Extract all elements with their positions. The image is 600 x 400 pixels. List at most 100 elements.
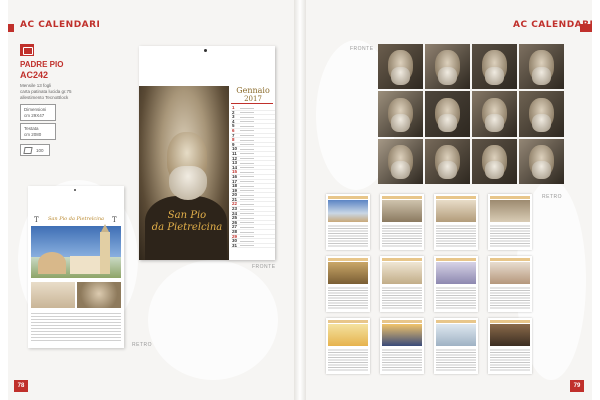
portrait-beard [437, 113, 458, 133]
thumbnail-image [436, 262, 476, 284]
monthly-pages-thumbnails [326, 194, 546, 374]
thumbnail-image [490, 262, 530, 284]
portrait-photo [472, 44, 517, 90]
back-hanging-hole [74, 189, 76, 191]
portrait-photo [378, 138, 423, 184]
thumbnail-text [328, 224, 368, 248]
thumbnail-image [382, 200, 422, 222]
back-page-photo-1 [31, 282, 75, 308]
retro-label-left: RETRO [132, 342, 152, 348]
calendar-day-line [240, 167, 254, 169]
fronte-label-left: FRONTE [252, 264, 276, 270]
thumbnail-text [436, 286, 476, 310]
portrait-beard [531, 161, 552, 180]
page-number-right: 79 [570, 380, 584, 392]
portrait-beard [390, 66, 411, 85]
page-number-left: 78 [14, 380, 28, 392]
month-page-thumbnail [380, 318, 424, 374]
thumbnail-text [490, 348, 530, 372]
calendar-rule [231, 103, 273, 104]
calendar-day-list: 1 2 3 4 5 6 7 8 9 10 11 12 13 14 15 16 17 18 19 20 21 22 23 24 2… [231, 105, 275, 249]
thumbnail-text [490, 286, 530, 310]
thumbnail-text [436, 224, 476, 248]
thumbnail-title-bar [490, 320, 530, 323]
month-page-thumbnail [326, 318, 370, 374]
description-text: Mensile 13 fogli carta patinata lucida g… [20, 83, 72, 100]
portrait-photo [378, 44, 423, 90]
calendar-day-line [240, 240, 254, 242]
cross-symbol-right: T [112, 216, 117, 224]
thumbnail-text [382, 286, 422, 310]
thumbnail-text [328, 286, 368, 310]
padre-pio-photo-grid [378, 44, 564, 184]
thumbnail-title-bar [490, 196, 530, 199]
calendar-day-line [240, 181, 254, 182]
calendar-day-line [240, 213, 254, 215]
calendar-day-line [240, 226, 254, 228]
catalog-spread: AC CALENDARI AC CALENDARI PADRE PIO AC24… [0, 0, 600, 400]
thumbnail-text [382, 224, 422, 248]
month-page-thumbnail [488, 318, 532, 374]
pack-quantity-box: 100 [20, 144, 50, 156]
calendar-day-line [240, 222, 254, 224]
thumbnail-image [490, 200, 530, 222]
calendar-front: San Pio da Pietrelcina Gennaio 2017 1234… [139, 46, 275, 260]
portrait-photo [425, 91, 470, 137]
month-page-thumbnail [434, 256, 478, 312]
calendar-title-line1: San Pio [167, 210, 207, 221]
calendar-day-line [240, 112, 254, 114]
product-description: Mensile 13 fogli carta patinata lucida g… [20, 83, 100, 101]
month-page-thumbnail [380, 256, 424, 312]
portrait-photo [425, 138, 470, 184]
calendar-day-line [240, 231, 254, 233]
calendar-day-line [240, 190, 254, 192]
calendar-day-line [240, 194, 254, 196]
calendar-day-line [240, 153, 254, 155]
thumbnail-text [490, 224, 530, 248]
thumbnail-image [328, 200, 368, 222]
calendar-day-line [240, 208, 254, 210]
thumbnail-title-bar [328, 258, 368, 261]
calendar-photo [139, 86, 229, 260]
calendar-day-line [240, 130, 254, 132]
spec-dimensions-text: Dimensioni cm 29X47 [24, 107, 47, 118]
page-gutter [294, 0, 306, 400]
calendar-day-line [240, 144, 254, 146]
thumbnail-image [490, 324, 530, 346]
thumbnail-title-bar [436, 320, 476, 323]
portrait-photo [378, 91, 423, 137]
thumbnail-title-bar [382, 258, 422, 261]
portrait-photo [425, 44, 470, 90]
portrait-beard [484, 161, 505, 180]
portrait-beard [390, 161, 411, 180]
calendar-day-line [240, 176, 254, 178]
calendar-day-line [240, 171, 254, 173]
calendar-title-line2: da Pietrelcina [151, 222, 223, 233]
month-page-thumbnail [326, 256, 370, 312]
thumbnail-title-bar [382, 196, 422, 199]
calendar-brand-icon [20, 44, 34, 56]
calendar-month: Gennaio [236, 86, 270, 95]
calendar-day-line [240, 139, 254, 141]
calendar-day-line [240, 125, 254, 127]
portrait-beard [484, 113, 505, 133]
thumbnail-image [328, 262, 368, 284]
calendar-day-line [240, 199, 254, 201]
portrait-beard [484, 66, 505, 85]
portrait-photo [472, 138, 517, 184]
portrait-beard [437, 66, 458, 85]
thumbnail-image [328, 324, 368, 346]
bell-tower [100, 224, 110, 274]
back-page-text-block [31, 311, 121, 343]
month-page-thumbnail [380, 194, 424, 250]
hanging-hole [204, 49, 207, 52]
spec-print-box: Testata cm 2080 [20, 123, 56, 140]
spec-dimensions-box: Dimensioni cm 29X47 [20, 104, 56, 121]
calendar-day-row: 31 [231, 243, 275, 249]
calendar-day-line [240, 203, 254, 205]
left-header-title: AC CALENDARI [20, 20, 101, 30]
product-code: AC242 [20, 70, 49, 80]
portrait-photo [519, 91, 564, 137]
spec-print-text: Testata cm 2080 [24, 126, 42, 137]
left-header-marker [8, 24, 14, 32]
